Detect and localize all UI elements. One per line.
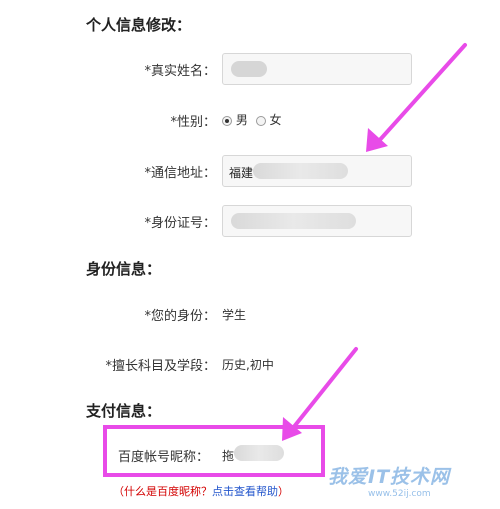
watermark-main: 我爱IT技术网 [328, 466, 451, 488]
arrow-icon [366, 43, 467, 152]
annotation-arrows [282, 43, 467, 441]
watermark-url: www.52ij.com [368, 489, 431, 499]
watermark: 我爱IT技术网 www.52ij.com [328, 462, 450, 499]
arrow-icon [282, 347, 358, 441]
